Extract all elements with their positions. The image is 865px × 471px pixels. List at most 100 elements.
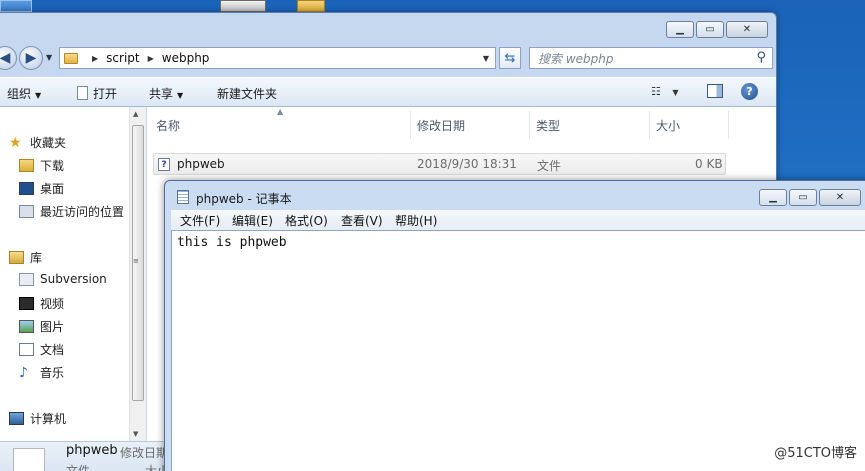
folder-icon xyxy=(64,52,78,64)
column-divider[interactable] xyxy=(649,111,650,139)
file-name: phpweb xyxy=(177,157,225,171)
share-button[interactable]: 共享 ▼ xyxy=(149,85,183,102)
sidebar-item-pictures[interactable]: 图片 xyxy=(19,318,64,335)
grip-icon: ≡ xyxy=(133,257,139,265)
sidebar-item-documents[interactable]: 文档 xyxy=(19,341,64,358)
recent-pages-dropdown[interactable]: ▼ xyxy=(46,53,52,62)
desktop-icon xyxy=(19,182,34,195)
details-modified-label: 修改日期 xyxy=(120,446,169,460)
sidebar-item-videos[interactable]: 视频 xyxy=(19,295,64,312)
notepad-window-controls: ▁ ▭ ✕ xyxy=(759,189,861,206)
menu-edit[interactable]: 编辑(E) xyxy=(232,212,273,229)
library-icon xyxy=(19,272,34,286)
chevron-right-icon[interactable]: ▶ xyxy=(92,54,98,63)
open-button[interactable]: 打开 xyxy=(77,85,117,102)
sidebar-item-computer[interactable]: 计算机 xyxy=(9,410,66,427)
computer-icon xyxy=(9,412,24,425)
scroll-up-icon[interactable]: ▲ xyxy=(133,110,138,118)
sidebar-item-downloads[interactable]: 下载 xyxy=(19,157,64,174)
search-icon[interactable]: ⚲ xyxy=(756,50,766,65)
minimize-button[interactable]: ▁ xyxy=(666,21,694,38)
column-divider[interactable] xyxy=(529,111,530,139)
watermark: @51CTO博客 xyxy=(774,446,857,461)
document-icon xyxy=(19,343,34,356)
sidebar-item-libraries[interactable]: 库 xyxy=(9,249,42,266)
forward-button[interactable]: ▶ xyxy=(19,46,43,70)
column-header-type[interactable]: 类型 xyxy=(536,117,560,134)
sidebar-item-recent[interactable]: 最近访问的位置 xyxy=(19,203,124,220)
menu-file[interactable]: 文件(F) xyxy=(180,212,220,229)
sidebar-item-label: 库 xyxy=(30,251,43,265)
text-editor[interactable]: this is phpweb xyxy=(171,230,865,471)
menu-format[interactable]: 格式(O) xyxy=(285,212,328,229)
table-row[interactable]: ? phpweb 2018/9/30 18:31 文件 0 KB xyxy=(153,153,726,175)
sidebar-item-favorites[interactable]: ★ 收藏夹 xyxy=(9,134,66,151)
back-button[interactable]: ◀ xyxy=(0,46,17,70)
file-type: 文件 xyxy=(537,159,562,173)
refresh-icon: ⇆ xyxy=(504,50,516,66)
menu-view[interactable]: 查看(V) xyxy=(341,212,383,229)
minimize-button[interactable]: ▁ xyxy=(759,189,787,206)
close-button[interactable]: ✕ xyxy=(819,189,861,206)
column-header-size[interactable]: 大小 xyxy=(656,117,680,134)
chevron-down-icon[interactable]: ▼ xyxy=(483,54,489,63)
sidebar-item-label: 桌面 xyxy=(40,182,65,196)
sidebar-item-label: 计算机 xyxy=(30,412,67,426)
search-placeholder: 搜索 webphp xyxy=(538,51,614,66)
computer-desktop-icon[interactable] xyxy=(220,0,266,12)
maximize-button[interactable]: ▭ xyxy=(789,189,817,206)
menu-bar: 文件(F) 编辑(E) 格式(O) 查看(V) 帮助(H) xyxy=(171,210,865,230)
explorer-window-controls: ▁ ▭ ✕ xyxy=(666,21,768,38)
scroll-down-icon[interactable]: ▼ xyxy=(133,430,138,438)
details-type-label: 文件 xyxy=(66,464,91,471)
notepad-icon xyxy=(177,190,189,204)
picture-icon xyxy=(19,320,34,333)
file-icon: ? xyxy=(158,158,170,171)
share-label: 共享 xyxy=(149,87,174,101)
file-modified: 2018/9/30 18:31 xyxy=(417,157,517,171)
organize-label: 组织 xyxy=(7,87,32,101)
new-folder-button[interactable]: 新建文件夹 xyxy=(217,85,277,102)
sidebar-item-label: 最近访问的位置 xyxy=(40,205,125,219)
breadcrumb-item[interactable]: webphp xyxy=(162,51,210,65)
column-header-name[interactable]: 名称 xyxy=(156,117,180,134)
folder-desktop-icon[interactable] xyxy=(297,0,325,12)
address-bar-row: ◀ ▶ ▼ ▶ script ▶ webphp ▼ ⇆ 搜索 webphp ⚲ xyxy=(0,43,776,73)
navigation-pane: ★ 收藏夹 下载 桌面 最近访问的位置 库 Subversion 视频 图片 文… xyxy=(0,107,146,441)
sidebar-item-label: 音乐 xyxy=(40,366,65,380)
breadcrumb-item[interactable]: script xyxy=(106,51,139,65)
file-icon xyxy=(77,86,88,100)
maximize-button[interactable]: ▭ xyxy=(696,21,724,38)
sidebar-item-label: 下载 xyxy=(40,159,65,173)
command-bar: 组织 ▼ 打开 共享 ▼ 新建文件夹 ☷ ▼ ? xyxy=(0,77,776,107)
column-divider[interactable] xyxy=(410,111,411,139)
sidebar-item-desktop[interactable]: 桌面 xyxy=(19,180,64,197)
star-icon: ★ xyxy=(9,134,22,151)
menu-help[interactable]: 帮助(H) xyxy=(395,212,437,229)
details-file-name: phpweb xyxy=(66,443,118,458)
library-icon xyxy=(9,251,24,264)
file-icon xyxy=(13,448,45,471)
chevron-right-icon[interactable]: ▶ xyxy=(148,54,154,63)
window-title: phpweb - 记事本 xyxy=(196,192,292,206)
organize-button[interactable]: 组织 ▼ xyxy=(7,85,41,102)
desktop-icon[interactable] xyxy=(0,0,32,12)
navigation-scrollbar[interactable]: ▲ ≡ ▼ xyxy=(129,107,146,441)
sidebar-item-music[interactable]: ♪ 音乐 xyxy=(19,364,64,381)
column-divider[interactable] xyxy=(728,111,729,139)
help-icon[interactable]: ? xyxy=(741,83,758,100)
refresh-button[interactable]: ⇆ xyxy=(499,47,521,69)
close-button[interactable]: ✕ xyxy=(726,21,768,38)
download-folder-icon xyxy=(19,159,34,172)
search-input[interactable]: 搜索 webphp ⚲ xyxy=(529,47,773,69)
sidebar-item-subversion[interactable]: Subversion xyxy=(19,272,107,286)
address-field[interactable]: ▶ script ▶ webphp ▼ xyxy=(59,47,496,69)
file-size: 0 KB xyxy=(695,157,723,171)
change-view-button[interactable]: ☷ ▼ xyxy=(651,85,679,98)
open-label: 打开 xyxy=(93,87,118,101)
preview-pane-button[interactable] xyxy=(707,84,723,98)
back-arrow-icon: ◀ xyxy=(0,50,11,66)
chevron-down-icon: ▼ xyxy=(177,91,184,100)
sidebar-item-label: 视频 xyxy=(40,297,65,311)
column-header-modified[interactable]: 修改日期 xyxy=(417,117,465,134)
